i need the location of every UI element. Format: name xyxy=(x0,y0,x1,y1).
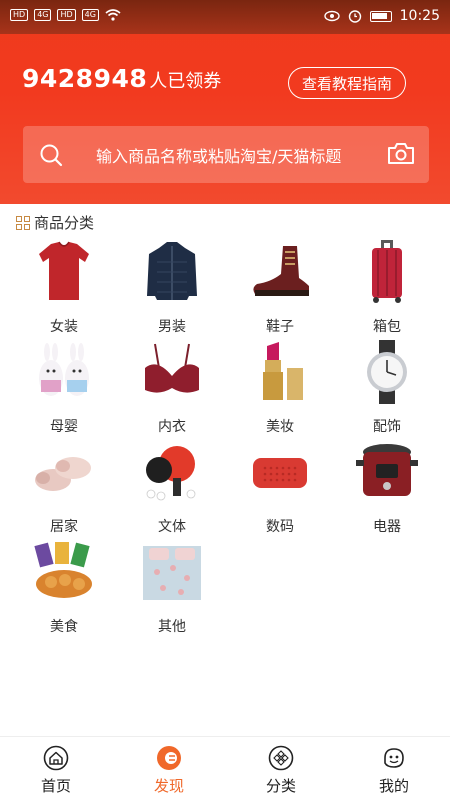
network-chip: HD xyxy=(57,9,76,21)
category-womens-clothing[interactable]: 女装 xyxy=(19,238,109,336)
search-bar[interactable]: 输入商品名称或粘贴淘宝/天猫标题 xyxy=(23,126,429,183)
category-label: 美妆 xyxy=(266,419,294,435)
ping-pong-icon xyxy=(146,446,196,501)
baby-products-icon xyxy=(39,343,89,396)
claim-count: 9428948 xyxy=(22,64,148,93)
category-sports[interactable]: 文体 xyxy=(127,438,217,536)
lipstick-icon xyxy=(263,342,303,400)
category-label: 配饰 xyxy=(373,419,401,435)
category-accessories[interactable]: 配饰 xyxy=(342,338,432,436)
luggage-icon xyxy=(372,240,402,303)
category-label: 箱包 xyxy=(373,319,401,335)
snacks-icon xyxy=(34,542,92,598)
mens-clothing-icon xyxy=(147,242,197,300)
category-label: 内衣 xyxy=(158,419,186,435)
battery-icon xyxy=(369,10,392,22)
category-icon xyxy=(268,745,294,771)
profile-icon xyxy=(384,748,404,768)
signal-chip: 4G xyxy=(81,9,99,21)
slippers-icon xyxy=(35,457,91,491)
tab-home[interactable]: 首页 xyxy=(11,737,101,800)
tab-profile[interactable]: 我的 xyxy=(349,737,439,800)
category-label: 文体 xyxy=(158,519,186,535)
pressure-cooker-icon xyxy=(356,444,418,496)
watch-icon xyxy=(367,340,407,404)
tab-category[interactable]: 分类 xyxy=(236,737,326,800)
bedding-icon xyxy=(143,546,201,600)
shoes-icon xyxy=(253,246,309,296)
tab-label: 发现 xyxy=(153,777,184,795)
claim-counter: 9428948 人已领券 xyxy=(22,64,221,93)
claim-suffix: 人已领券 xyxy=(149,71,222,92)
category-maternal-baby[interactable]: 母婴 xyxy=(19,338,109,436)
category-shoes[interactable]: 鞋子 xyxy=(235,238,325,336)
network-chip: HD xyxy=(10,9,29,21)
category-mens-clothing[interactable]: 男装 xyxy=(127,238,217,336)
home-icon xyxy=(43,745,69,771)
category-home[interactable]: 居家 xyxy=(19,438,109,536)
section-title: 商品分类 xyxy=(34,214,95,232)
category-label: 电器 xyxy=(373,519,401,535)
category-label: 女装 xyxy=(50,319,78,335)
category-label: 居家 xyxy=(50,519,78,535)
tutorial-guide-button[interactable]: 查看教程指南 xyxy=(288,67,406,99)
tab-label: 首页 xyxy=(40,777,71,795)
status-time: 10:25 xyxy=(399,8,440,24)
category-label: 男装 xyxy=(158,319,186,335)
tab-discover[interactable]: 发现 xyxy=(124,737,214,800)
category-bags[interactable]: 箱包 xyxy=(342,238,432,336)
grid-icon xyxy=(16,215,30,230)
tab-label: 我的 xyxy=(378,777,409,795)
status-bar: HD 4G HD 4G 10:25 xyxy=(0,0,450,34)
section-header: 商品分类 xyxy=(16,212,94,233)
category-cosmetics[interactable]: 美妆 xyxy=(235,338,325,436)
category-label: 美食 xyxy=(50,619,78,635)
bottom-tab-bar: 首页 发现 分类 我的 xyxy=(0,736,450,800)
search-placeholder: 输入商品名称或粘贴淘宝/天猫标题 xyxy=(96,147,342,166)
category-underwear[interactable]: 内衣 xyxy=(127,338,217,436)
category-other[interactable]: 其他 xyxy=(127,538,217,636)
underwear-icon xyxy=(145,343,199,393)
signal-chip: 4G xyxy=(34,9,52,21)
category-label: 其他 xyxy=(158,619,186,635)
category-food[interactable]: 美食 xyxy=(19,538,109,636)
category-appliances[interactable]: 电器 xyxy=(342,438,432,536)
category-label: 鞋子 xyxy=(266,319,294,335)
category-label: 母婴 xyxy=(50,419,78,435)
category-digital[interactable]: 数码 xyxy=(235,438,325,536)
womens-clothing-icon xyxy=(39,241,89,300)
tab-label: 分类 xyxy=(265,777,296,795)
alarm-icon xyxy=(348,10,361,23)
category-label: 数码 xyxy=(266,519,294,535)
wifi-icon xyxy=(105,9,121,21)
camera-icon[interactable] xyxy=(387,141,415,165)
discover-icon xyxy=(157,746,181,770)
speaker-icon xyxy=(253,458,307,488)
eye-icon xyxy=(323,10,340,22)
search-icon xyxy=(40,144,63,167)
